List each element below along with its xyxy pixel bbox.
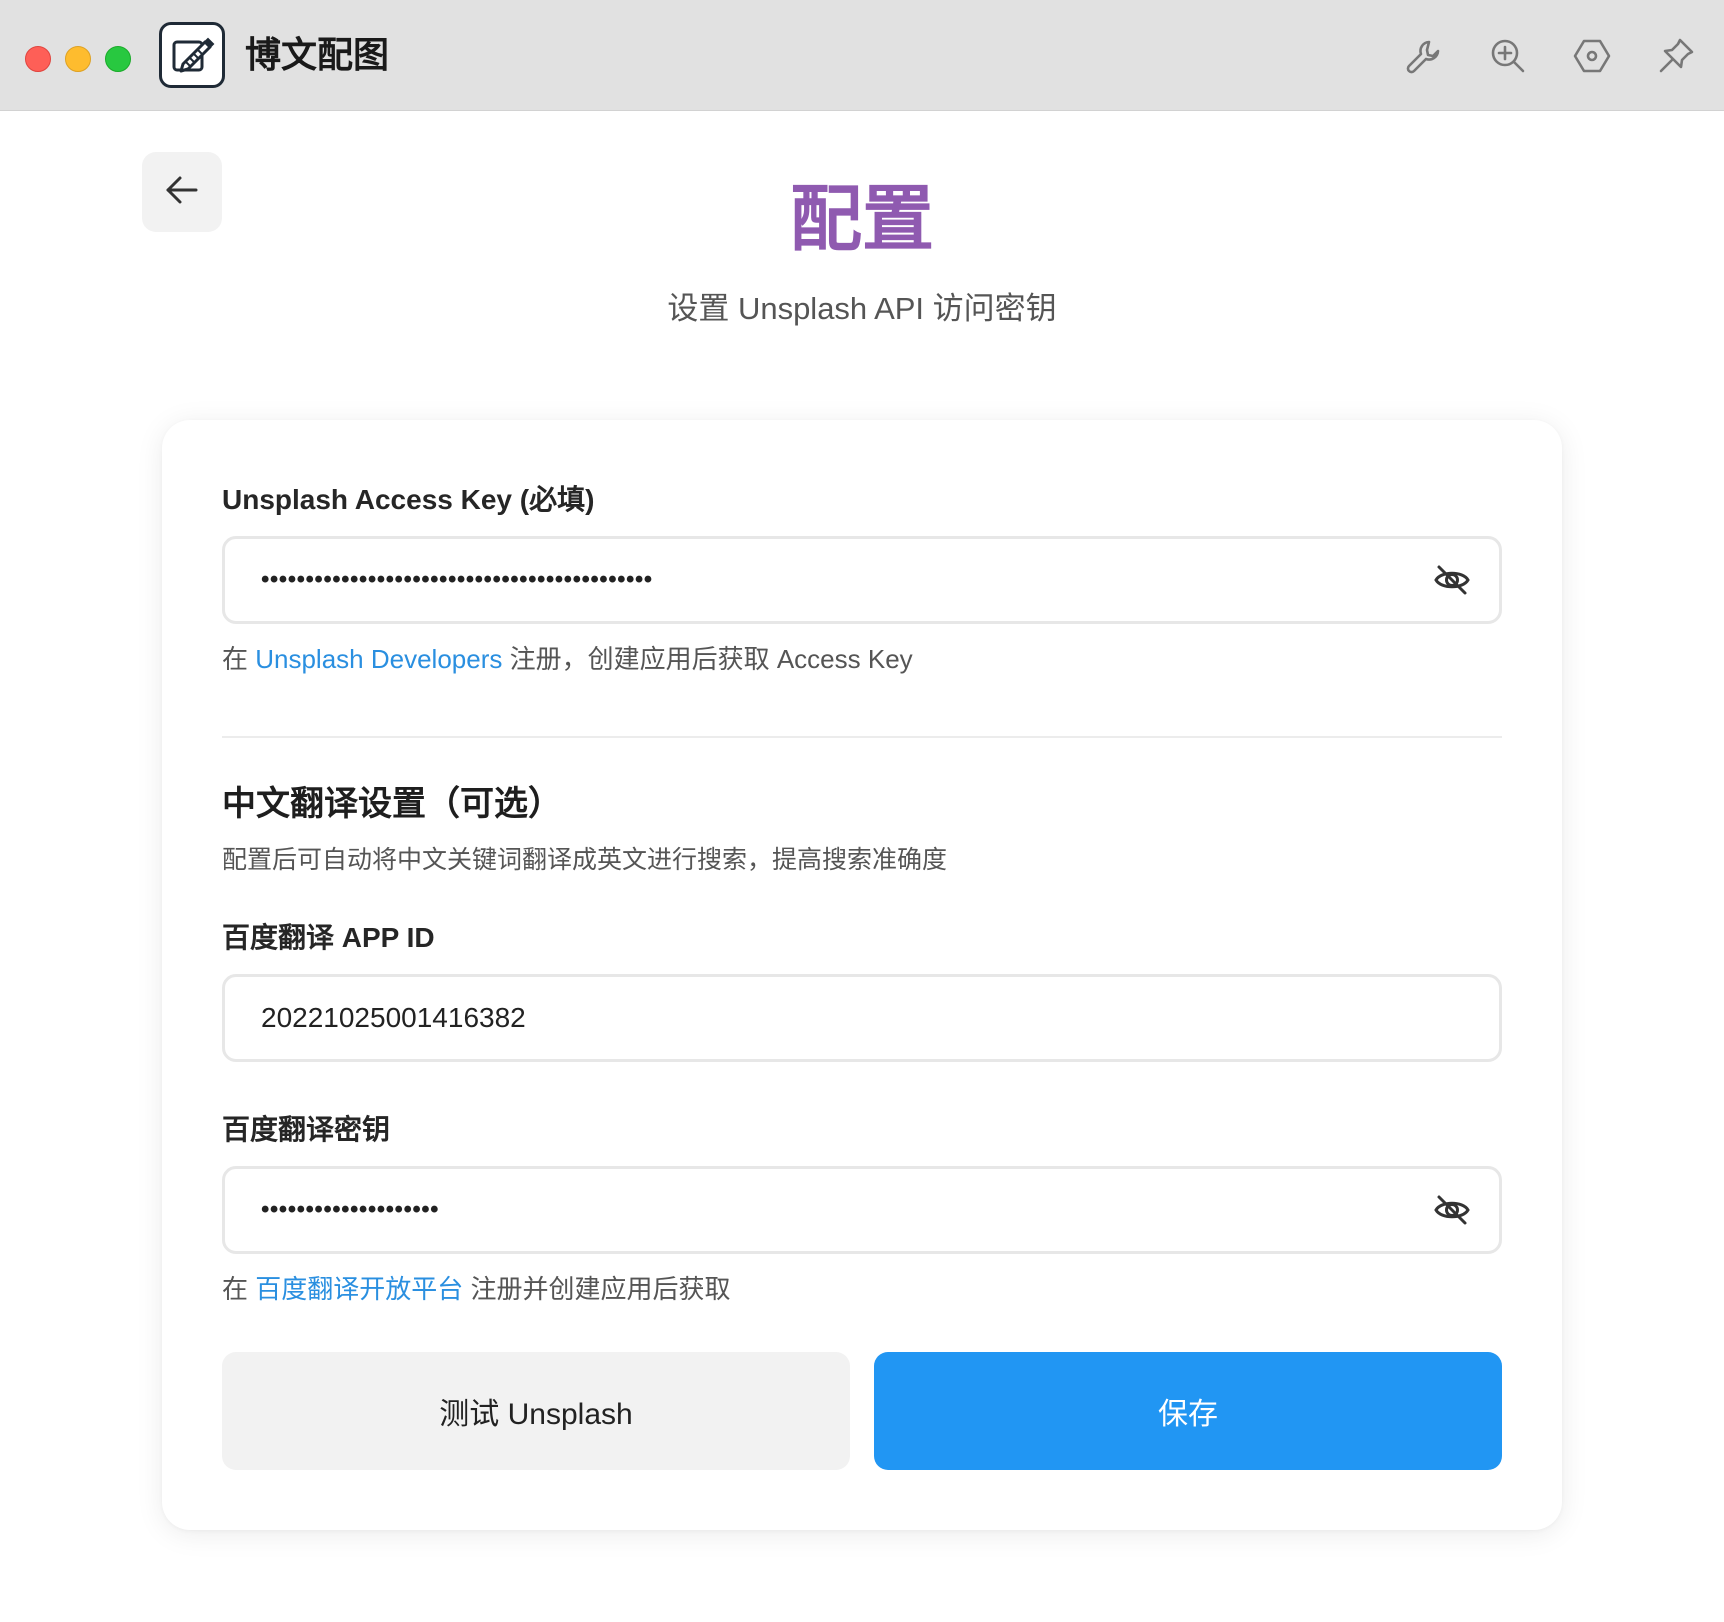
baidu-app-id-input[interactable]: 20221025001416382 [222, 974, 1502, 1062]
unsplash-key-input[interactable]: ••••••••••••••••••••••••••••••••••••••••… [222, 536, 1502, 624]
baidu-app-id-label: 百度翻译 APP ID [222, 922, 435, 953]
app-logo-icon [159, 22, 225, 88]
unsplash-developers-link[interactable]: Unsplash Developers [255, 644, 502, 674]
baidu-hint-prefix: 在 [222, 1274, 256, 1304]
test-unsplash-button[interactable]: 测试 Unsplash [222, 1352, 850, 1470]
pin-icon[interactable] [1654, 34, 1698, 78]
close-window-button[interactable] [25, 46, 51, 72]
translation-section-title: 中文翻译设置（可选） [222, 785, 562, 823]
app-title: 博文配图 [245, 34, 390, 75]
baidu-platform-link[interactable]: 百度翻译开放平台 [255, 1274, 463, 1304]
unsplash-key-value: ••••••••••••••••••••••••••••••••••••••••… [261, 566, 653, 593]
baidu-hint: 在 百度翻译开放平台 注册并创建应用后获取 [222, 1272, 730, 1306]
page-subtitle: 设置 Unsplash API 访问密钥 [667, 291, 1057, 326]
section-divider [222, 736, 1502, 738]
save-button[interactable]: 保存 [874, 1352, 1502, 1470]
baidu-app-id-value: 20221025001416382 [261, 1002, 526, 1033]
wrench-icon[interactable] [1402, 34, 1446, 78]
hexagon-settings-icon[interactable] [1570, 34, 1614, 78]
unsplash-hint-suffix: 注册，创建应用后获取 Access Key [502, 644, 913, 674]
unsplash-hint-prefix: 在 [222, 644, 256, 674]
app-window: 博文配图 配置 设置 Unsplash API 访问密钥 Unsplash Ac… [0, 0, 1724, 1622]
config-card: Unsplash Access Key (必填) •••••••••••••••… [162, 420, 1562, 1530]
baidu-hint-suffix: 注册并创建应用后获取 [463, 1274, 731, 1304]
translation-section-desc: 配置后可自动将中文关键词翻译成英文进行搜索，提高搜索准确度 [222, 846, 948, 874]
unsplash-key-label: Unsplash Access Key (必填) [222, 484, 595, 515]
page-title: 配置 [789, 180, 934, 260]
minimize-window-button[interactable] [65, 46, 91, 72]
zoom-window-button[interactable] [105, 46, 131, 72]
toggle-visibility-eye-off-icon[interactable] [1431, 1189, 1473, 1231]
title-bar: 博文配图 [0, 0, 1724, 111]
zoom-in-icon[interactable] [1486, 34, 1530, 78]
unsplash-hint: 在 Unsplash Developers 注册，创建应用后获取 Access … [222, 642, 913, 676]
baidu-secret-value: •••••••••••••••••••• [261, 1196, 440, 1223]
baidu-secret-input[interactable]: •••••••••••••••••••• [222, 1166, 1502, 1254]
baidu-secret-label: 百度翻译密钥 [222, 1114, 391, 1145]
toggle-visibility-eye-off-icon[interactable] [1431, 559, 1473, 601]
